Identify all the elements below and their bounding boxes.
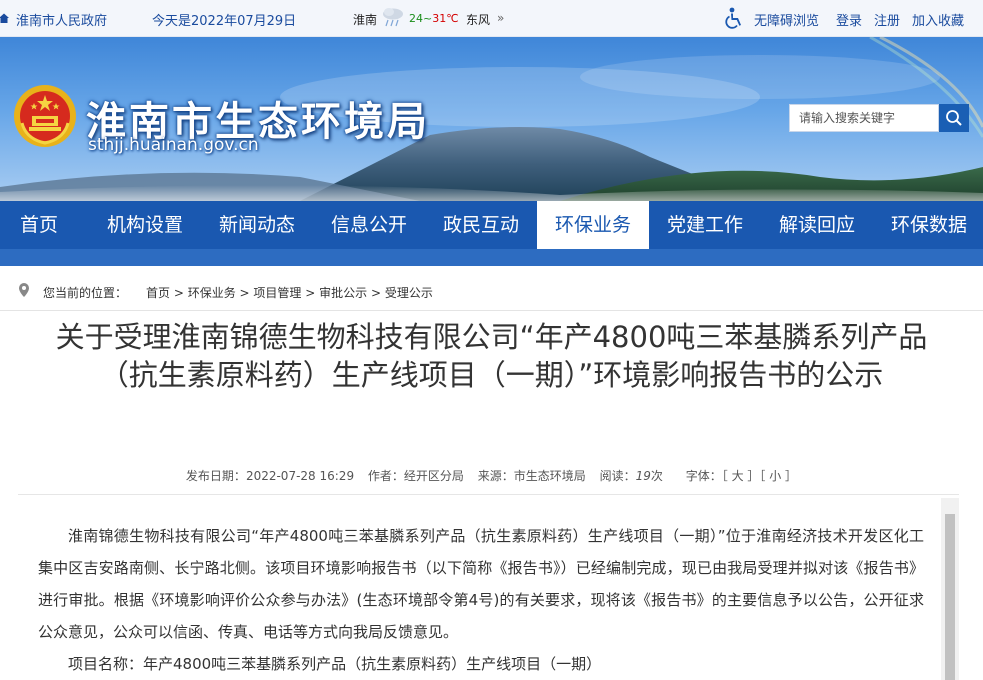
nav-item-party-building[interactable]: 党建工作	[650, 201, 760, 249]
breadcrumb-path: 首页 > 环保业务 > 项目管理 > 审批公示 > 受理公示	[146, 286, 433, 300]
top-bar: 淮南市人民政府 今天是2022年07月29日 淮南 24~31℃ 东风 » 无障…	[0, 0, 983, 37]
today-date: 今天是2022年07月29日	[152, 14, 297, 29]
article-source: 来源：市生态环境局	[477, 469, 586, 483]
breadcrumb: 您当前的位置： 首页 > 环保业务 > 项目管理 > 审批公示 > 受理公示	[0, 276, 983, 306]
weather-wind: 东风	[466, 13, 491, 27]
article-meta: 发布日期：2022-07-28 16:29 作者：经开区分局 来源：市生态环境局…	[0, 467, 983, 484]
meta-divider	[18, 494, 959, 495]
weather-temperature: 24~31℃	[409, 12, 459, 25]
accessibility-link[interactable]: 无障碍浏览	[754, 10, 819, 29]
search-button[interactable]	[939, 104, 969, 132]
breadcrumb-item-home[interactable]: 首页	[146, 286, 170, 300]
header-banner: 淮南市生态环境局 sthjj.huainan.gov.cn	[0, 37, 983, 201]
article-paragraph: 项目名称：年产4800吨三苯基膦系列产品（抗生素原料药）生产线项目（一期）	[68, 655, 602, 673]
nav-item-env-business[interactable]: 环保业务	[537, 201, 649, 249]
home-icon	[0, 13, 9, 23]
weather-city: 淮南	[353, 13, 378, 27]
search-icon	[946, 110, 962, 126]
breadcrumb-item-approval-notice[interactable]: 审批公示	[319, 286, 367, 300]
national-emblem-icon	[14, 85, 76, 147]
article-author: 作者：经开区分局	[367, 469, 464, 483]
publish-date: 发布日期：2022-07-28 16:29	[185, 469, 355, 483]
accessibility-icon[interactable]	[722, 6, 746, 30]
gov-portal-link[interactable]: 淮南市人民政府	[16, 10, 107, 29]
font-size-control: 字体：［ 大 ］［ 小 ］	[685, 469, 798, 483]
add-favorite-link[interactable]: 加入收藏	[912, 10, 964, 29]
nav-item-interpretation[interactable]: 解读回应	[762, 201, 872, 249]
breadcrumb-item-project-management[interactable]: 项目管理	[253, 286, 301, 300]
article-body: 淮南锦德生物科技有限公司“年产4800吨三苯基膦系列产品（抗生素原料药）生产线项…	[38, 520, 924, 680]
weather-more-link[interactable]: »	[497, 11, 504, 25]
nav-item-info-disclosure[interactable]: 信息公开	[314, 201, 424, 249]
register-link[interactable]: 注册	[874, 10, 900, 29]
breadcrumb-item-env-business[interactable]: 环保业务	[188, 286, 236, 300]
article-paragraph: 淮南锦德生物科技有限公司“年产4800吨三苯基膦系列产品（抗生素原料药）生产线项…	[38, 527, 924, 641]
nav-item-env-data[interactable]: 环保数据	[874, 201, 983, 249]
breadcrumb-item-acceptance-notice[interactable]: 受理公示	[385, 286, 433, 300]
nav-item-organization[interactable]: 机构设置	[90, 201, 200, 249]
site-url: sthjj.huainan.gov.cn	[88, 135, 259, 155]
location-pin-icon	[19, 283, 29, 297]
view-count: 阅读：19次	[599, 469, 663, 483]
nav-item-public-interaction[interactable]: 政民互动	[426, 201, 536, 249]
breadcrumb-divider	[0, 310, 983, 311]
article-title: 关于受理淮南锦德生物科技有限公司“年产4800吨三苯基膦系列产品（抗生素原料药）…	[55, 320, 928, 392]
rain-cloud-icon	[383, 8, 403, 27]
main-nav: 首页 机构设置 新闻动态 信息公开 政民互动 环保业务 党建工作 解读回应 环保…	[0, 201, 983, 249]
content-scrollbar-thumb[interactable]	[945, 514, 955, 680]
breadcrumb-label: 您当前的位置：	[43, 286, 128, 300]
nav-item-news[interactable]: 新闻动态	[202, 201, 312, 249]
nav-underband	[0, 249, 983, 266]
nav-item-home[interactable]: 首页	[0, 201, 78, 249]
font-large-button[interactable]: ［ 大 ］	[722, 469, 760, 483]
login-link[interactable]: 登录	[836, 10, 862, 29]
search-input[interactable]	[789, 104, 939, 132]
font-small-button[interactable]: ［ 小 ］	[759, 469, 797, 483]
